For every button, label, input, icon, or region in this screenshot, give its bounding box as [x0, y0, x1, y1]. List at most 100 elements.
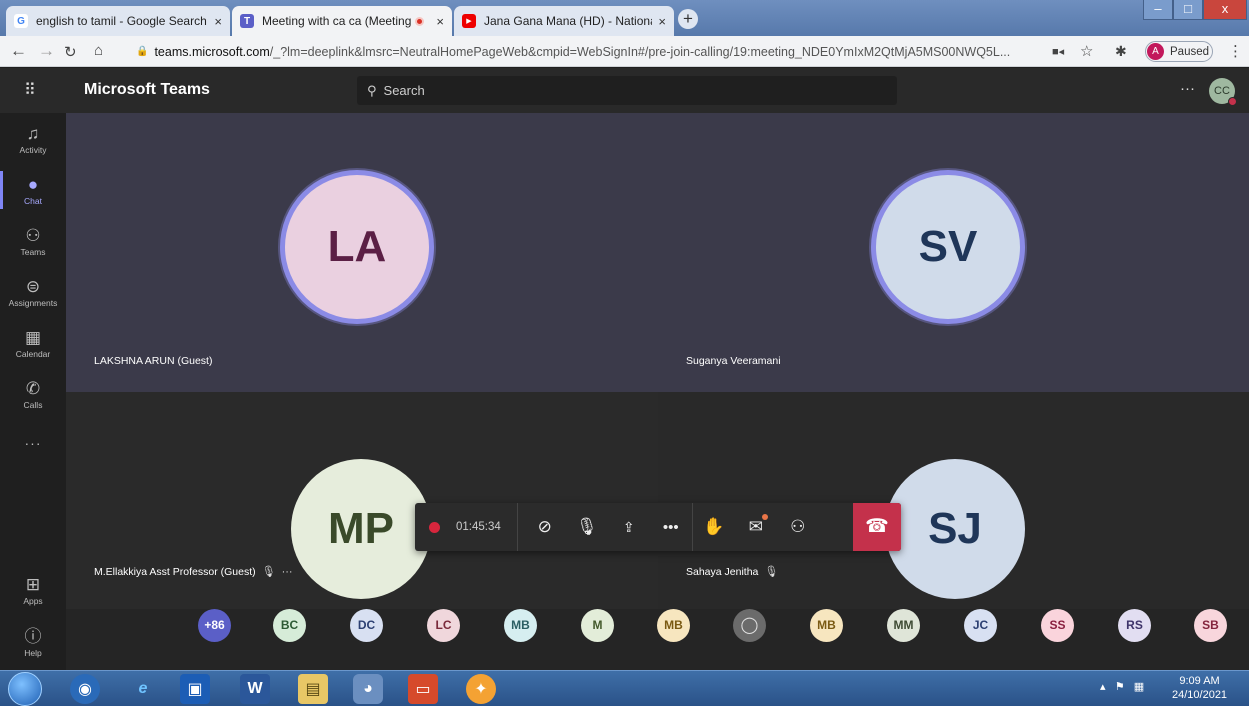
minimize-button[interactable]: –: [1143, 0, 1173, 20]
mic-muted-icon: 🎙: [261, 566, 276, 578]
rail-item-calls[interactable]: ✆ Calls: [0, 379, 66, 410]
presentation-icon[interactable]: ▭: [408, 674, 438, 704]
roster-avatar[interactable]: LC: [427, 609, 460, 642]
roster-avatar[interactable]: JC: [964, 609, 997, 642]
participant-name: Suganya Veeramani: [686, 355, 781, 367]
profile-button[interactable]: A Paused: [1145, 41, 1213, 62]
flag-icon[interactable]: ⚑: [1115, 681, 1125, 693]
close-tab-icon[interactable]: ×: [658, 14, 666, 29]
back-icon[interactable]: ←: [10, 41, 27, 61]
teams-icon: T: [240, 14, 254, 28]
camera-off-icon[interactable]: ⊘: [524, 517, 566, 537]
roster-avatar[interactable]: RS: [1118, 609, 1151, 642]
camera-indicator-icon[interactable]: ■◂: [1052, 45, 1064, 58]
participant-name: Sahaya Jenitha: [686, 565, 759, 578]
roster-avatar[interactable]: M: [581, 609, 614, 642]
forward-icon[interactable]: →: [38, 41, 55, 61]
rail-label: Assignments: [8, 298, 58, 308]
roster-avatar[interactable]: MB: [810, 609, 843, 642]
reload-icon[interactable]: ↻: [64, 43, 77, 61]
chrome-taskbar-icon[interactable]: ◕: [353, 674, 383, 704]
raise-hand-icon[interactable]: ✋: [693, 517, 735, 537]
close-window-button[interactable]: x: [1203, 0, 1247, 20]
teams-icon: ⚇: [25, 226, 41, 245]
calendar-icon: ▦: [24, 328, 42, 347]
extensions-icon[interactable]: ✱: [1115, 43, 1127, 60]
internet-explorer-icon[interactable]: e: [128, 674, 158, 704]
divider: [516, 503, 518, 551]
tray-expand-icon[interactable]: ▴: [1100, 681, 1106, 693]
microphone-icon[interactable]: 🎙: [566, 517, 608, 537]
help-icon: ⓘ: [24, 627, 42, 646]
rail-item-help[interactable]: ⓘ Help: [0, 627, 66, 658]
bookmark-star-icon[interactable]: ☆: [1080, 42, 1093, 60]
windows-start-button[interactable]: [8, 672, 42, 706]
home-icon[interactable]: ⌂: [94, 42, 103, 59]
participant-tile-sv[interactable]: SV Suganya Veeramani: [658, 113, 1249, 392]
apps-icon: ⊞: [25, 575, 41, 594]
rail-item-chat[interactable]: ● Chat: [0, 171, 66, 209]
participant-tile-sj[interactable]: SJ Sahaya Jenitha 🎙: [658, 392, 1249, 609]
more-options-icon[interactable]: ···: [1180, 80, 1195, 97]
taskbar-clock[interactable]: 9:09 AM 24/10/2021: [1172, 674, 1227, 702]
rail-item-calendar[interactable]: ▦ Calendar: [0, 328, 66, 359]
tab-title: english to tamil - Google Search: [36, 14, 207, 28]
avatar[interactable]: CC: [1209, 78, 1237, 106]
rail-item-assignments[interactable]: ⊜ Assignments: [0, 277, 66, 308]
maximize-button[interactable]: □: [1173, 0, 1203, 20]
browser-menu-icon[interactable]: ⋮: [1228, 42, 1243, 60]
network-icon[interactable]: ▦: [1134, 681, 1144, 693]
tab-title: Jana Gana Mana (HD) - National: [484, 14, 653, 28]
recording-icon: [429, 521, 440, 533]
app-launcher-icon[interactable]: ⠿: [24, 80, 37, 100]
rail-more-icon[interactable]: ···: [0, 435, 66, 451]
rail-label: Apps: [23, 596, 43, 606]
search-input[interactable]: ⚲ Search: [357, 76, 897, 105]
tile-more-icon[interactable]: ···: [282, 566, 293, 578]
rail-item-apps[interactable]: ⊞ Apps: [0, 575, 66, 606]
url-field[interactable]: 🔒 teams.microsoft.com/_?lm=deeplink&lmsr…: [136, 40, 1072, 63]
participants-icon[interactable]: ⚇: [777, 517, 819, 537]
avatar: SJ: [885, 459, 1025, 599]
roster-avatar[interactable]: BC: [273, 609, 306, 642]
participant-roster: +86 BC DC LC MB M MB ◯ MB MM JC SS RS SB: [66, 609, 1249, 649]
roster-avatar[interactable]: DC: [350, 609, 383, 642]
roster-overflow-count[interactable]: +86: [198, 609, 231, 642]
roster-avatar[interactable]: SS: [1041, 609, 1074, 642]
roster-avatar[interactable]: MB: [504, 609, 537, 642]
rail-label: Help: [24, 648, 42, 658]
presence-busy-icon: [1228, 97, 1237, 106]
meeting-chat-icon[interactable]: ✉: [735, 514, 777, 537]
google-icon: G: [14, 14, 28, 28]
roster-avatar[interactable]: MM: [887, 609, 920, 642]
roster-avatar[interactable]: MB: [657, 609, 690, 642]
close-tab-icon[interactable]: ×: [436, 14, 444, 29]
share-screen-icon[interactable]: ⇪: [608, 519, 650, 536]
tab-youtube[interactable]: ▶ Jana Gana Mana (HD) - National ×: [454, 6, 674, 36]
participant-tile-mp[interactable]: MP M.Ellakkiya Asst Professor (Guest) 🎙 …: [66, 392, 658, 609]
file-explorer-icon[interactable]: ▤: [298, 674, 328, 704]
url-path: /_?lm=deeplink&lmsrc=NeutralHomePageWeb&…: [269, 44, 1011, 59]
hang-up-button[interactable]: ☎: [853, 503, 901, 551]
avatar-initials: CC: [1214, 85, 1230, 97]
new-tab-button[interactable]: +: [678, 9, 698, 29]
person-icon[interactable]: ◯: [733, 609, 766, 642]
tab-google-search[interactable]: G english to tamil - Google Search ×: [6, 6, 230, 36]
app-taskbar-icon[interactable]: ✦: [466, 674, 496, 704]
address-bar: ← → ↻ ⌂ 🔒 teams.microsoft.com/_?lm=deepl…: [0, 36, 1249, 67]
participant-tile-la[interactable]: LA LAKSHNA ARUN (Guest): [66, 113, 658, 392]
tab-teams-meeting[interactable]: T Meeting with ca ca (Meeting ×: [232, 6, 452, 36]
roster-avatar[interactable]: SB: [1194, 609, 1227, 642]
avatar: SV: [876, 175, 1020, 319]
rail-item-activity[interactable]: ♫ Activity: [0, 124, 66, 155]
search-icon: ⚲: [367, 82, 377, 98]
avatar: MP: [291, 459, 431, 599]
more-actions-icon[interactable]: •••: [650, 519, 692, 536]
word-icon[interactable]: W: [240, 674, 270, 704]
close-tab-icon[interactable]: ×: [214, 14, 222, 29]
media-player-icon[interactable]: ▣: [180, 674, 210, 704]
app-rail: ♫ Activity ● Chat ⚇ Teams ⊜ Assignments …: [0, 113, 66, 670]
system-tray: ▴ ⚑ ▦: [1100, 680, 1144, 693]
chrome-taskbar-icon[interactable]: ◉: [70, 674, 100, 704]
rail-item-teams[interactable]: ⚇ Teams: [0, 226, 66, 257]
